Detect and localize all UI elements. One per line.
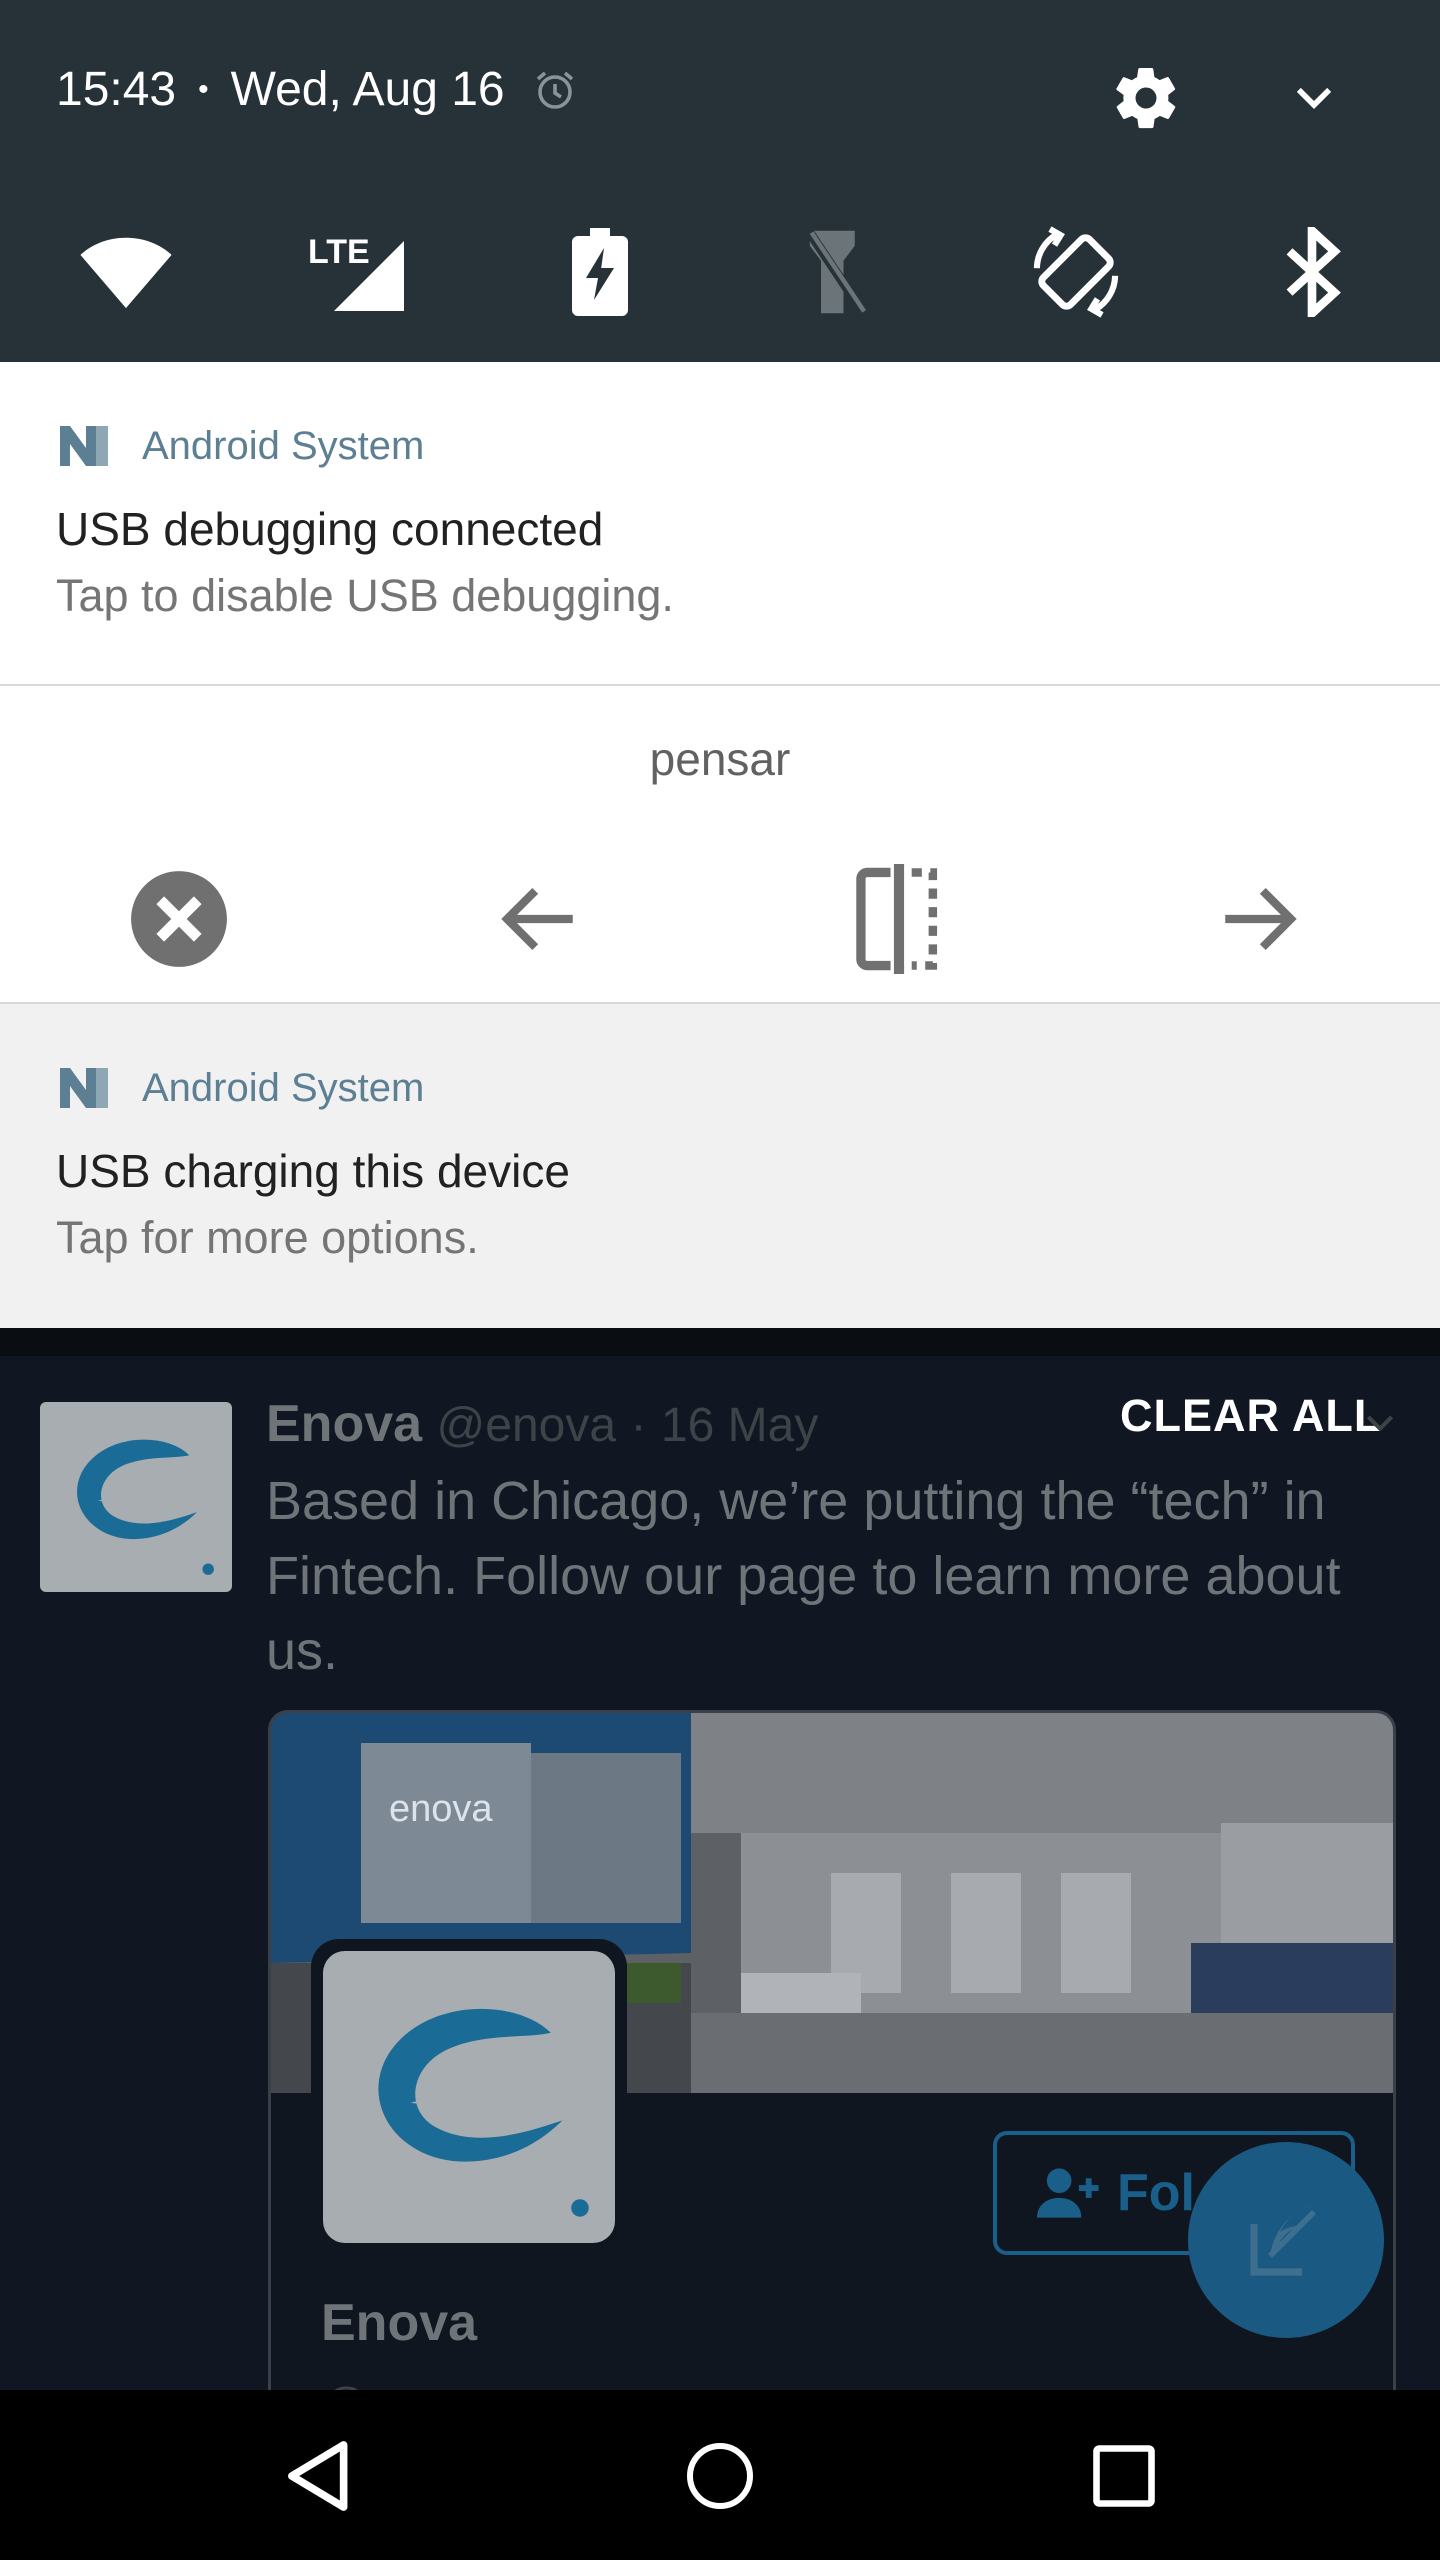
battery-saver-icon [572, 228, 628, 316]
chevron-down-icon[interactable] [1286, 70, 1342, 126]
auto-rotate-tile[interactable] [1016, 222, 1136, 322]
notification-app-row: Android System [56, 418, 424, 474]
nav-back-button[interactable] [266, 2426, 366, 2526]
clear-all-button[interactable]: CLEAR ALL [1120, 1390, 1382, 1442]
compose-tweet-button[interactable] [1188, 2142, 1384, 2338]
close-button[interactable] [124, 864, 234, 974]
tweet-author-handle: @enova [436, 1399, 617, 1452]
arrow-forward-icon [1225, 887, 1297, 951]
notification-app-name: Android System [142, 1065, 425, 1110]
card-profile-name: Enova [321, 2294, 478, 2352]
wifi-icon [80, 237, 172, 309]
tweet-header: Enova @enova · 16 May [266, 1394, 818, 1454]
notification-title: pensar [649, 733, 791, 785]
nav-home-button[interactable] [670, 2426, 770, 2526]
previous-button[interactable] [484, 864, 594, 974]
svg-text:LTE: LTE [308, 233, 370, 271]
card-avatar [323, 1951, 615, 2243]
battery-saver-tile[interactable] [540, 222, 660, 322]
scrim-divider [0, 1328, 1440, 1356]
flashlight-tile[interactable] [776, 222, 896, 322]
chevron-down-icon [1366, 1415, 1394, 1432]
quick-settings-header: 15:43 • Wed, Aug 16 LTE [0, 0, 1440, 362]
notification-text: Tap for more options. [56, 1212, 479, 1263]
date-text: Wed, Aug 16 [230, 63, 505, 116]
follow-button-label: Fol [1117, 2164, 1195, 2222]
navigation-bar [0, 2390, 1440, 2560]
android-system-icon [60, 426, 108, 466]
alarm-icon [536, 71, 573, 109]
tweet-date: 16 May [660, 1399, 819, 1452]
compose-feather-icon [1250, 2204, 1318, 2276]
recents-square-icon [1093, 2445, 1155, 2507]
notification-pensar[interactable]: pensar [0, 684, 1440, 1004]
notification-title: USB debugging connected [56, 503, 604, 555]
background-app-scrim: Enova @enova · 16 May CLEAR ALL Based in… [0, 1328, 1440, 2390]
home-circle-icon [687, 2443, 753, 2509]
next-button[interactable] [1204, 864, 1314, 974]
bluetooth-tile[interactable] [1252, 222, 1372, 322]
tweet-body: Based in Chicago, we’re putting the “tec… [266, 1471, 1341, 1681]
split-icon [856, 864, 938, 974]
office-wall-logo-text: enova [389, 1788, 493, 1830]
card-avatar-frame [311, 1939, 627, 2255]
tweet-author-name: Enova [266, 1395, 423, 1453]
wifi-tile[interactable] [66, 222, 186, 322]
auto-rotate-icon [1033, 226, 1119, 318]
card-profile-handle: @enova [321, 2377, 493, 2390]
settings-gear-icon[interactable] [1110, 62, 1182, 134]
clock-time: 15:43 [56, 63, 177, 116]
notification-app-row: Android System [56, 1060, 424, 1116]
notification-app-name: Android System [142, 423, 425, 468]
arrow-back-icon [501, 887, 573, 951]
notification-text: Tap to disable USB debugging. [56, 570, 674, 621]
back-triangle-icon [288, 2441, 348, 2511]
close-icon [131, 871, 227, 967]
enova-logo-icon [378, 2008, 589, 2217]
notification-usb-debugging[interactable]: Android System USB debugging connected T… [0, 362, 1440, 684]
mobile-data-tile[interactable]: LTE [296, 222, 416, 322]
notification-usb-charging[interactable]: Android System USB charging this device … [0, 1004, 1440, 1328]
notification-title: USB charging this device [56, 1145, 570, 1197]
tweet-avatar [40, 1402, 232, 1592]
tweet-separator: · [630, 1399, 647, 1452]
status-datetime: 15:43 • Wed, Aug 16 [56, 58, 579, 122]
enova-logo-icon [77, 1439, 214, 1575]
lte-signal-icon: LTE [308, 233, 404, 311]
nav-recents-button[interactable] [1074, 2426, 1174, 2526]
split-button[interactable] [844, 864, 954, 974]
flashlight-icon [802, 227, 870, 317]
bluetooth-icon [1286, 227, 1341, 317]
separator-dot: • [198, 73, 209, 106]
android-system-icon [60, 1068, 108, 1108]
add-user-icon [1037, 2168, 1099, 2218]
